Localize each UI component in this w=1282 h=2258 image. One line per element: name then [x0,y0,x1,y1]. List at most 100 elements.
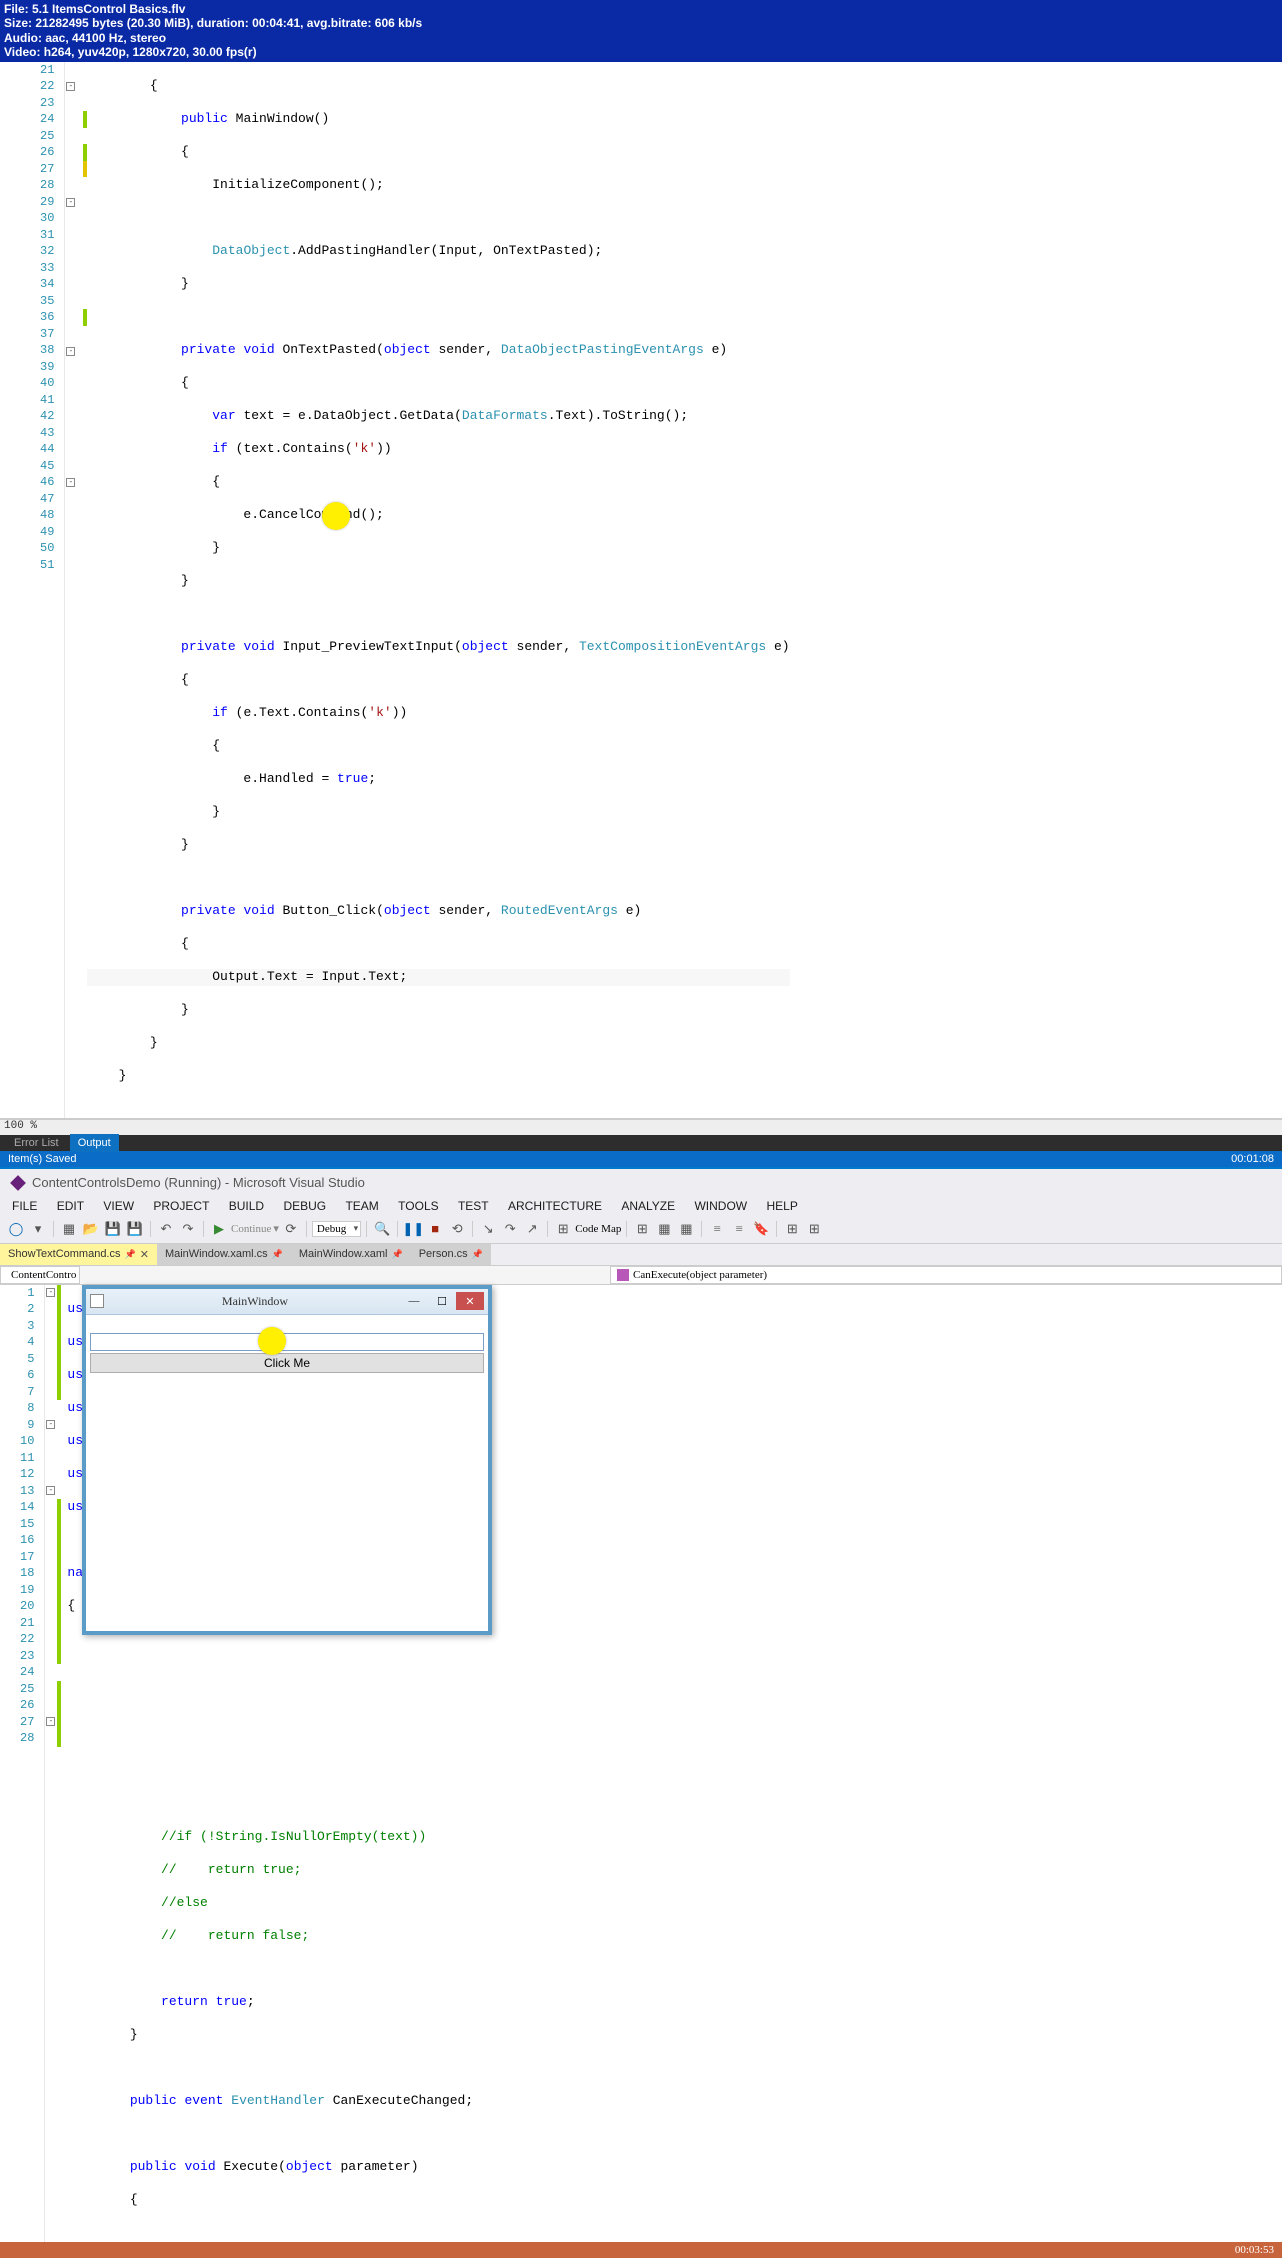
fold-column: - - - - [45,1285,57,2242]
vs-title-text: ContentControlsDemo (Running) - Microsof… [32,1175,365,1190]
code-content[interactable]: { public MainWindow() { InitializeCompon… [77,62,789,1118]
minimize-button[interactable]: — [400,1292,428,1310]
new-project-icon[interactable]: ▦ [59,1219,79,1239]
input-textbox[interactable] [90,1333,484,1351]
menu-help[interactable]: HELP [758,1197,805,1215]
menu-edit[interactable]: EDIT [49,1197,92,1215]
undo-icon[interactable]: ↶ [156,1219,176,1239]
bookmark-icon[interactable]: 🔖 [751,1219,771,1239]
redo-icon[interactable]: ↷ [178,1219,198,1239]
vs-menu-bar: FILE EDIT VIEW PROJECT BUILD DEBUG TEAM … [0,1197,1282,1215]
stop-icon[interactable]: ■ [425,1219,445,1239]
tool-icon[interactable]: ▦ [676,1219,696,1239]
refresh-icon[interactable]: ⟳ [281,1219,301,1239]
tool-icon[interactable]: ▦ [654,1219,674,1239]
nav-fwd-icon[interactable]: ▾ [28,1219,48,1239]
save-all-icon[interactable]: 💾 [125,1219,145,1239]
fold-toggle[interactable]: - [46,1420,55,1429]
status-text: Item(s) Saved [8,1153,76,1165]
step-over-icon[interactable]: ↷ [500,1219,520,1239]
tab-person-cs[interactable]: Person.cs 📌 [411,1244,491,1265]
nav-type-combo[interactable]: ContentContro [0,1266,80,1284]
menu-build[interactable]: BUILD [221,1197,272,1215]
fold-toggle[interactable]: - [66,198,75,207]
find-icon[interactable]: 🔍 [372,1219,392,1239]
status-timestamp: 00:03:53 [1235,2244,1274,2256]
media-info-bar: File: 5.1 ItemsControl Basics.flv Size: … [0,0,1282,62]
open-file-icon[interactable]: 📂 [81,1219,101,1239]
size-info: Size: 21282495 bytes (20.30 MiB), durati… [4,16,1278,30]
fold-toggle[interactable]: - [46,1717,55,1726]
code-editor-top[interactable]: 21 22 23 24 25 26 27 28 29 30 31 32 33 3… [0,62,1282,1119]
step-out-icon[interactable]: ↗ [522,1219,542,1239]
continue-button[interactable]: ▶ [209,1219,229,1239]
close-button[interactable]: ✕ [456,1292,484,1310]
save-icon[interactable]: 💾 [103,1219,123,1239]
audio-info: Audio: aac, 44100 Hz, stereo [4,31,1278,45]
menu-view[interactable]: VIEW [95,1197,142,1215]
uncomment-icon[interactable]: ≡ [729,1219,749,1239]
tool-icon[interactable]: ⊞ [782,1219,802,1239]
menu-project[interactable]: PROJECT [145,1197,217,1215]
codemap-icon[interactable]: ⊞ [553,1219,573,1239]
fold-toggle[interactable]: - [66,478,75,487]
step-into-icon[interactable]: ↘ [478,1219,498,1239]
separator [150,1221,151,1237]
code-editor-bottom[interactable]: 1 2 3 4 5 6 7 8 9 10 11 12 13 14 15 16 1… [0,1285,1282,2242]
separator [53,1221,54,1237]
menu-architecture[interactable]: ARCHITECTURE [500,1197,610,1215]
status-bar-saved: Item(s) Saved 00:01:08 [0,1151,1282,1167]
running-app-window[interactable]: MainWindow — ☐ ✕ Click Me [82,1285,492,1635]
menu-window[interactable]: WINDOW [686,1197,755,1215]
continue-label[interactable]: Continue [231,1223,271,1235]
vs-titlebar: ContentControlsDemo (Running) - Microsof… [0,1167,1282,1197]
file-info: File: 5.1 ItemsControl Basics.flv [4,2,1278,16]
pin-icon[interactable]: 📌 [272,1249,283,1260]
output-textblock [90,1319,484,1333]
app-title: MainWindow [110,1294,400,1309]
codemap-label[interactable]: Code Map [575,1223,621,1235]
menu-team[interactable]: TEAM [337,1197,386,1215]
pin-icon[interactable]: 📌 [392,1249,403,1260]
fold-toggle[interactable]: - [66,82,75,91]
line-number-gutter: 21 22 23 24 25 26 27 28 29 30 31 32 33 3… [0,62,65,1118]
separator [626,1221,627,1237]
document-tabs: ShowTextCommand.cs 📌 ✕ MainWindow.xaml.c… [0,1244,1282,1266]
app-titlebar[interactable]: MainWindow — ☐ ✕ [86,1289,488,1315]
menu-file[interactable]: FILE [4,1197,45,1215]
fold-toggle[interactable]: - [46,1288,55,1297]
modified-indicator [57,1499,61,1549]
click-me-button[interactable]: Click Me [90,1353,484,1373]
separator [203,1221,204,1237]
pin-icon[interactable]: 📌 [125,1249,136,1260]
modified-indicator [57,1549,61,1665]
comment-icon[interactable]: ≡ [707,1219,727,1239]
modified-indicator [57,1285,61,1401]
tab-output[interactable]: Output [70,1134,119,1152]
fold-toggle[interactable]: - [66,347,75,356]
maximize-button[interactable]: ☐ [428,1292,456,1310]
restart-icon[interactable]: ⟲ [447,1219,467,1239]
tab-mainwindow-xaml[interactable]: MainWindow.xaml 📌 [291,1244,411,1265]
pause-icon[interactable]: ❚❚ [403,1219,423,1239]
tool-icon[interactable]: ⊞ [804,1219,824,1239]
app-body: Click Me [86,1315,488,1377]
menu-analyze[interactable]: ANALYZE [613,1197,683,1215]
zoom-level[interactable]: 100 % [0,1119,1282,1135]
fold-toggle[interactable]: - [46,1486,55,1495]
menu-test[interactable]: TEST [450,1197,497,1215]
pin-icon[interactable]: 📌 [472,1249,483,1260]
close-icon[interactable]: ✕ [140,1248,149,1261]
tool-icon[interactable]: ⊞ [632,1219,652,1239]
tab-mainwindow-cs[interactable]: MainWindow.xaml.cs 📌 [157,1244,291,1265]
tab-error-list[interactable]: Error List [6,1134,67,1152]
tab-showtextcommand[interactable]: ShowTextCommand.cs 📌 ✕ [0,1244,157,1265]
app-icon [90,1294,104,1308]
nav-member-combo[interactable]: CanExecute(object parameter) [610,1266,1282,1284]
nav-back-icon[interactable]: ◯ [6,1219,26,1239]
modified-indicator [57,1681,61,1747]
menu-debug[interactable]: DEBUG [275,1197,334,1215]
separator [547,1221,548,1237]
config-combo[interactable]: Debug [312,1221,361,1237]
menu-tools[interactable]: TOOLS [390,1197,446,1215]
